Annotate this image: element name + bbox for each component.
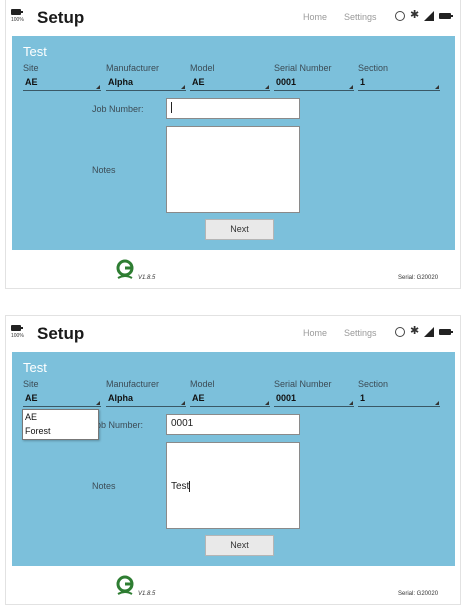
notes-label: Notes (92, 481, 116, 491)
manufacturer-select-value: Alpha (108, 393, 134, 403)
battery-percent: 100% (11, 333, 24, 339)
site-option-ae[interactable]: AE (23, 410, 98, 424)
setup-screen-1: 100% Setup Home Settings ✱ Test Site Man… (6, 0, 460, 288)
manufacturer-select[interactable]: Alpha (106, 77, 186, 91)
dropdown-arrow-icon (181, 401, 185, 405)
site-select[interactable]: AE (23, 77, 101, 91)
section-header: Section (358, 379, 389, 389)
footer: V1.8.5 Serial: G20020 (6, 250, 460, 288)
app-version: V1.8.5 (138, 275, 156, 281)
app-version: V1.8.5 (138, 591, 156, 597)
device-serial: Serial: G20020 (398, 591, 439, 597)
job-number-label: Job Number: (92, 104, 144, 114)
text-caret (171, 102, 172, 113)
serial-number-header: Serial Number (274, 379, 332, 389)
bluetooth-icon: ✱ (410, 325, 420, 337)
job-number-input[interactable]: 0001 (166, 414, 300, 435)
page-title: Setup (37, 324, 85, 343)
top-bar: 100% Setup Home Settings ✱ (6, 316, 460, 352)
serial-number-select[interactable]: 0001 (274, 77, 354, 91)
notes-textarea[interactable] (166, 126, 300, 213)
battery-status-icon (439, 329, 453, 335)
battery-percent: 100% (11, 17, 24, 23)
company-logo-icon (116, 259, 134, 279)
site-select-value: AE (25, 77, 38, 87)
dropdown-arrow-icon (96, 85, 100, 89)
panel-title: Test (23, 44, 47, 59)
nav-settings-link[interactable]: Settings (344, 328, 377, 338)
manufacturer-header: Manufacturer (106, 63, 160, 73)
section-select[interactable]: 1 (358, 77, 440, 91)
nav-home-link[interactable]: Home (303, 328, 327, 338)
device-serial: Serial: G20020 (398, 275, 439, 281)
bluetooth-icon: ✱ (410, 9, 420, 21)
model-header: Model (190, 379, 215, 389)
text-caret (189, 481, 191, 492)
dropdown-arrow-icon (349, 85, 353, 89)
device-battery-indicator: 100% (11, 7, 24, 25)
next-button[interactable]: Next (205, 219, 274, 240)
battery-status-icon (439, 13, 453, 19)
model-header: Model (190, 63, 215, 73)
gps-icon (395, 11, 405, 21)
site-header: Site (23, 379, 39, 389)
section-select-value: 1 (360, 393, 366, 403)
job-number-value: 0001 (171, 418, 194, 429)
signal-icon (424, 327, 434, 337)
model-select-value: AE (192, 77, 205, 87)
setup-panel: Test Site Manufacturer Model Serial Numb… (12, 36, 455, 250)
job-number-input[interactable] (166, 98, 300, 119)
device-battery-indicator: 100% (11, 323, 24, 341)
manufacturer-select-value: Alpha (108, 77, 134, 87)
site-select-value: AE (25, 393, 38, 403)
manufacturer-header: Manufacturer (106, 379, 160, 389)
next-button[interactable]: Next (205, 535, 274, 556)
page-title: Setup (37, 8, 85, 27)
site-dropdown-list: AE Forest (22, 409, 99, 440)
manufacturer-select[interactable]: Alpha (106, 393, 186, 407)
top-bar: 100% Setup Home Settings ✱ (6, 0, 460, 36)
serial-number-header: Serial Number (274, 63, 332, 73)
footer: V1.8.5 Serial: G20020 (6, 566, 460, 604)
dropdown-arrow-icon (435, 85, 439, 89)
section-header: Section (358, 63, 389, 73)
serial-number-select-value: 0001 (276, 393, 297, 403)
dropdown-arrow-icon (265, 401, 269, 405)
nav-home-link[interactable]: Home (303, 12, 327, 22)
dropdown-arrow-icon (435, 401, 439, 405)
job-number-label: ob Number: (96, 420, 144, 430)
notes-value: Test (171, 481, 190, 493)
dropdown-arrow-icon (349, 401, 353, 405)
model-select[interactable]: AE (190, 77, 270, 91)
battery-icon (11, 325, 23, 331)
notes-label: Notes (92, 165, 116, 175)
section-select[interactable]: 1 (358, 393, 440, 407)
model-select-value: AE (192, 393, 205, 403)
serial-number-select-value: 0001 (276, 77, 297, 87)
dropdown-arrow-icon (181, 85, 185, 89)
panel-title: Test (23, 360, 47, 375)
signal-icon (424, 11, 434, 21)
model-select[interactable]: AE (190, 393, 270, 407)
nav-settings-link[interactable]: Settings (344, 12, 377, 22)
company-logo-icon (116, 575, 134, 595)
setup-panel: Test Site Manufacturer Model Serial Numb… (12, 352, 455, 566)
notes-textarea[interactable]: Test (166, 442, 300, 529)
site-option-forest[interactable]: Forest (23, 424, 98, 438)
battery-icon (11, 9, 23, 15)
dropdown-arrow-icon (96, 401, 100, 405)
serial-number-select[interactable]: 0001 (274, 393, 354, 407)
dropdown-arrow-icon (265, 85, 269, 89)
section-select-value: 1 (360, 77, 366, 87)
setup-screen-2: 100% Setup Home Settings ✱ Test Site Man… (6, 316, 460, 604)
gps-icon (395, 327, 405, 337)
site-select[interactable]: AE (23, 393, 101, 407)
site-header: Site (23, 63, 39, 73)
